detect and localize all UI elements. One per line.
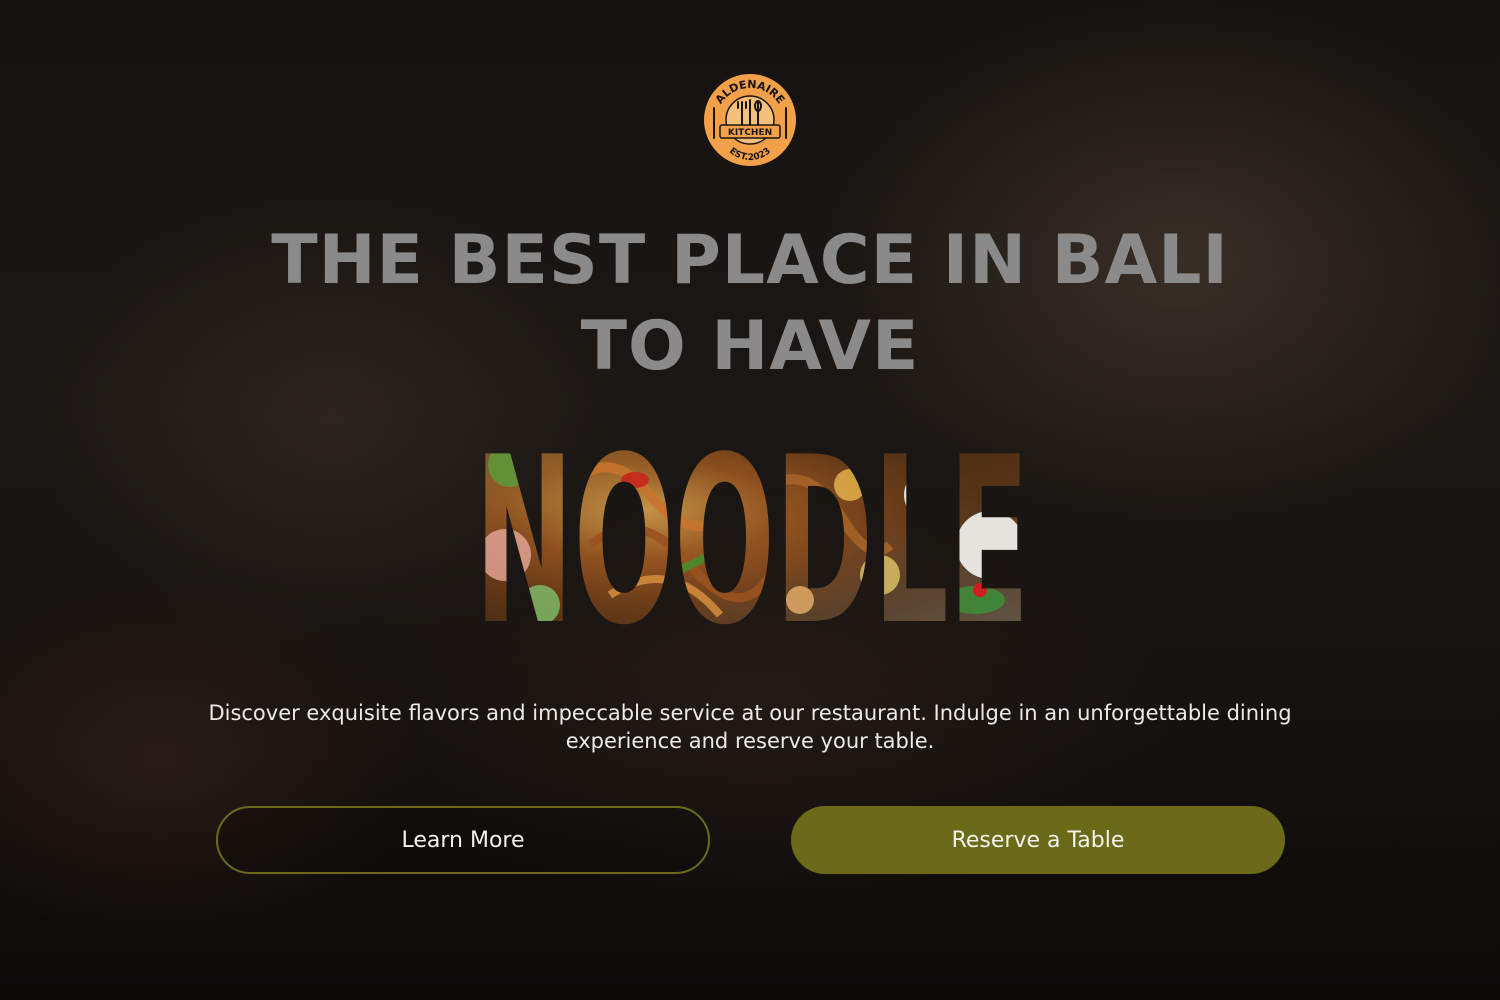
- restaurant-logo[interactable]: KITCHEN ALDENAIRE EST.2023: [698, 68, 802, 172]
- logo-banner-text: KITCHEN: [728, 128, 772, 138]
- headline-line-2: TO HAVE: [580, 307, 920, 386]
- learn-more-button[interactable]: Learn More: [216, 806, 710, 874]
- noodle-highlight-word: NOODLE: [475, 425, 1030, 635]
- headline-line-1: THE BEST PLACE IN BALI: [271, 221, 1229, 300]
- reserve-table-label: Reserve a Table: [951, 827, 1125, 853]
- reserve-table-button[interactable]: Reserve a Table: [791, 806, 1285, 874]
- noodle-word-text: NOODLE: [475, 425, 1030, 635]
- learn-more-label: Learn More: [401, 827, 525, 853]
- hero-section: KITCHEN ALDENAIRE EST.2023 THE BEST PLAC…: [0, 0, 1500, 1000]
- hero-description: Discover exquisite flavors and impeccabl…: [208, 701, 1292, 753]
